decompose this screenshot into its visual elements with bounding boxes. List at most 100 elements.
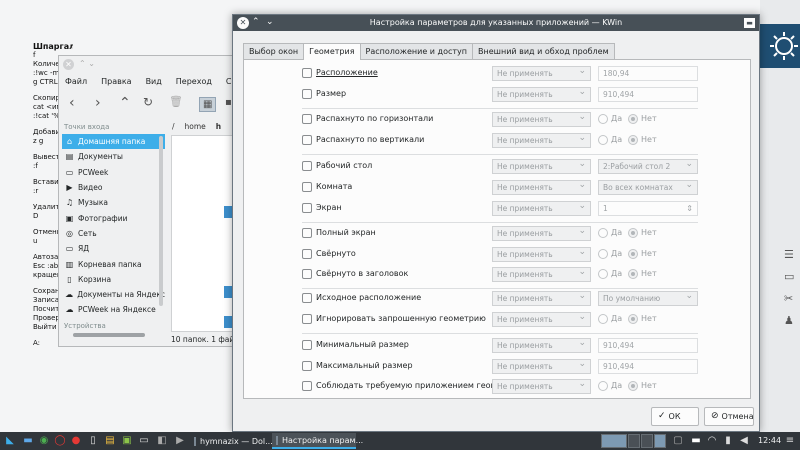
- places-item[interactable]: ⌂ Домашняя папка: [62, 134, 165, 150]
- activity-value-select[interactable]: Во всех комнатах: [598, 179, 698, 195]
- size-checkbox[interactable]: [302, 89, 312, 99]
- places-item[interactable]: ♫ Музыка: [62, 195, 165, 210]
- places-item[interactable]: ☁ PCWeek на Яндексе: [62, 302, 165, 317]
- min-size-policy-select[interactable]: Не применять: [492, 337, 591, 353]
- tab-appearance[interactable]: Внешний вид и обход проблем: [472, 43, 615, 59]
- minimized-checkbox[interactable]: [302, 249, 312, 259]
- fullscreen-yes-radio[interactable]: [598, 228, 608, 238]
- places-hscrollbar[interactable]: [73, 333, 145, 337]
- note-icon[interactable]: ▭: [784, 270, 798, 284]
- opera-alt-icon[interactable]: ●: [70, 435, 82, 447]
- tab-placement[interactable]: Расположение и доступ: [359, 43, 473, 59]
- app-launcher-icon[interactable]: ◣: [4, 435, 16, 447]
- places-item[interactable]: ▶ Видео: [62, 180, 165, 195]
- cancel-button[interactable]: ⊘ Отмена: [704, 407, 754, 426]
- min-size-value[interactable]: 910,494: [598, 338, 698, 353]
- notes-icon[interactable]: ▤: [104, 435, 116, 447]
- max-v-yes-radio[interactable]: [598, 135, 608, 145]
- fullscreen-checkbox[interactable]: [302, 228, 312, 238]
- max-h-no-radio[interactable]: [628, 114, 638, 124]
- screen-policy-select[interactable]: Не применять: [492, 200, 591, 216]
- places-item[interactable]: ▤ Документы: [62, 149, 165, 164]
- users-icon[interactable]: ♟: [784, 314, 798, 328]
- fullscreen-policy-select[interactable]: Не применять: [492, 225, 591, 241]
- window-menu-icon[interactable]: ▬: [744, 18, 755, 28]
- max-v-no-radio[interactable]: [628, 135, 638, 145]
- close-icon[interactable]: ✕: [63, 59, 74, 70]
- activity-checkbox[interactable]: [302, 182, 312, 192]
- back-icon[interactable]: ‹: [69, 95, 75, 111]
- obey-geometry-yes-radio[interactable]: [598, 381, 608, 391]
- min-size-checkbox[interactable]: [302, 340, 312, 350]
- size-policy-select[interactable]: Не применять: [492, 86, 591, 102]
- places-item[interactable]: ▥ Корневая папка: [62, 256, 165, 271]
- forward-icon[interactable]: ›: [95, 95, 101, 111]
- chrome-icon[interactable]: ◉: [38, 435, 50, 447]
- reload-icon[interactable]: ↻: [143, 95, 153, 109]
- initial-placement-value-select[interactable]: По умолчанию: [598, 290, 698, 306]
- ok-button[interactable]: ✓ ОК: [651, 407, 699, 426]
- places-scrollbar[interactable]: [159, 136, 163, 306]
- max-size-value[interactable]: 910,494: [598, 359, 698, 374]
- initial-placement-checkbox[interactable]: [302, 293, 312, 303]
- obey-geometry-checkbox[interactable]: [302, 381, 312, 391]
- network-icon[interactable]: ◠: [706, 435, 718, 447]
- desktop-checkbox[interactable]: [302, 161, 312, 171]
- minimized-no-radio[interactable]: [628, 249, 638, 259]
- shaded-policy-select[interactable]: Не применять: [492, 266, 591, 282]
- volume-icon[interactable]: ◀: [738, 435, 750, 447]
- position-value[interactable]: 180,94: [598, 66, 698, 81]
- ignore-geometry-yes-radio[interactable]: [598, 314, 608, 324]
- max-size-checkbox[interactable]: [302, 361, 312, 371]
- places-item[interactable]: ▭ PCWeek: [62, 165, 165, 180]
- battery-icon[interactable]: ▮: [722, 435, 734, 447]
- task-dolphin[interactable]: hymnazix — Dol...: [190, 433, 273, 449]
- tools-icon[interactable]: ✂: [784, 292, 798, 306]
- terminal-icon[interactable]: ▭: [138, 435, 150, 447]
- files-icon[interactable]: ▬: [22, 435, 34, 447]
- keyboard-layout-flag-icon[interactable]: ▬: [690, 435, 702, 447]
- menu-view[interactable]: Вид: [146, 77, 162, 86]
- pager-desktop-4[interactable]: [654, 434, 666, 448]
- menu-edit[interactable]: Правка: [101, 77, 131, 86]
- opera-icon[interactable]: ◯: [54, 435, 66, 447]
- max-h-policy-select[interactable]: Не применять: [492, 111, 591, 127]
- desktop-policy-select[interactable]: Не применять: [492, 158, 591, 174]
- screen-spinbox[interactable]: 1: [598, 201, 698, 216]
- max-v-policy-select[interactable]: Не применять: [492, 132, 591, 148]
- max-h-checkbox[interactable]: [302, 114, 312, 124]
- pager-desktop-3[interactable]: [641, 434, 653, 448]
- max-v-checkbox[interactable]: [302, 135, 312, 145]
- package-icon[interactable]: ▣: [121, 435, 133, 447]
- places-item[interactable]: ▭ ЯД: [62, 241, 165, 256]
- ignore-geometry-no-radio[interactable]: [628, 314, 638, 324]
- places-item[interactable]: ◎ Сеть: [62, 226, 165, 241]
- shaded-checkbox[interactable]: [302, 269, 312, 279]
- ignore-geometry-checkbox[interactable]: [302, 314, 312, 324]
- breadcrumb-root[interactable]: /: [172, 122, 175, 131]
- desktop-value-select[interactable]: 2:Рабочий стол 2: [598, 158, 698, 174]
- position-policy-select[interactable]: Не применять: [492, 65, 591, 81]
- shaded-no-radio[interactable]: [628, 269, 638, 279]
- obey-geometry-policy-select[interactable]: Не применять: [492, 378, 591, 394]
- menu-icon[interactable]: ☰: [784, 248, 798, 262]
- position-checkbox[interactable]: [302, 68, 312, 78]
- window-arrows[interactable]: ⌃ ⌄: [79, 59, 95, 68]
- minimized-yes-radio[interactable]: [598, 249, 608, 259]
- clipboard-icon[interactable]: ▢: [672, 435, 684, 447]
- tab-geometry[interactable]: Геометрия: [303, 43, 361, 60]
- compact-view-icon[interactable]: ▪: [225, 97, 232, 108]
- trash-toolbar-icon[interactable]: 🗑: [169, 95, 183, 108]
- icons-view-icon[interactable]: ▦: [199, 97, 217, 112]
- fullscreen-no-radio[interactable]: [628, 228, 638, 238]
- activity-policy-select[interactable]: Не применять: [492, 179, 591, 195]
- konsole-icon[interactable]: ▶: [174, 435, 186, 447]
- places-item[interactable]: ▯ Корзина: [62, 272, 165, 287]
- ignore-geometry-policy-select[interactable]: Не применять: [492, 311, 591, 327]
- obey-geometry-no-radio[interactable]: [628, 381, 638, 391]
- initial-placement-policy-select[interactable]: Не применять: [492, 290, 591, 306]
- breadcrumb-home[interactable]: home: [185, 122, 206, 131]
- shaded-yes-radio[interactable]: [598, 269, 608, 279]
- places-item[interactable]: ☁ Документы на Яндекс: [62, 287, 165, 302]
- panel-options-icon[interactable]: ≡: [784, 435, 796, 447]
